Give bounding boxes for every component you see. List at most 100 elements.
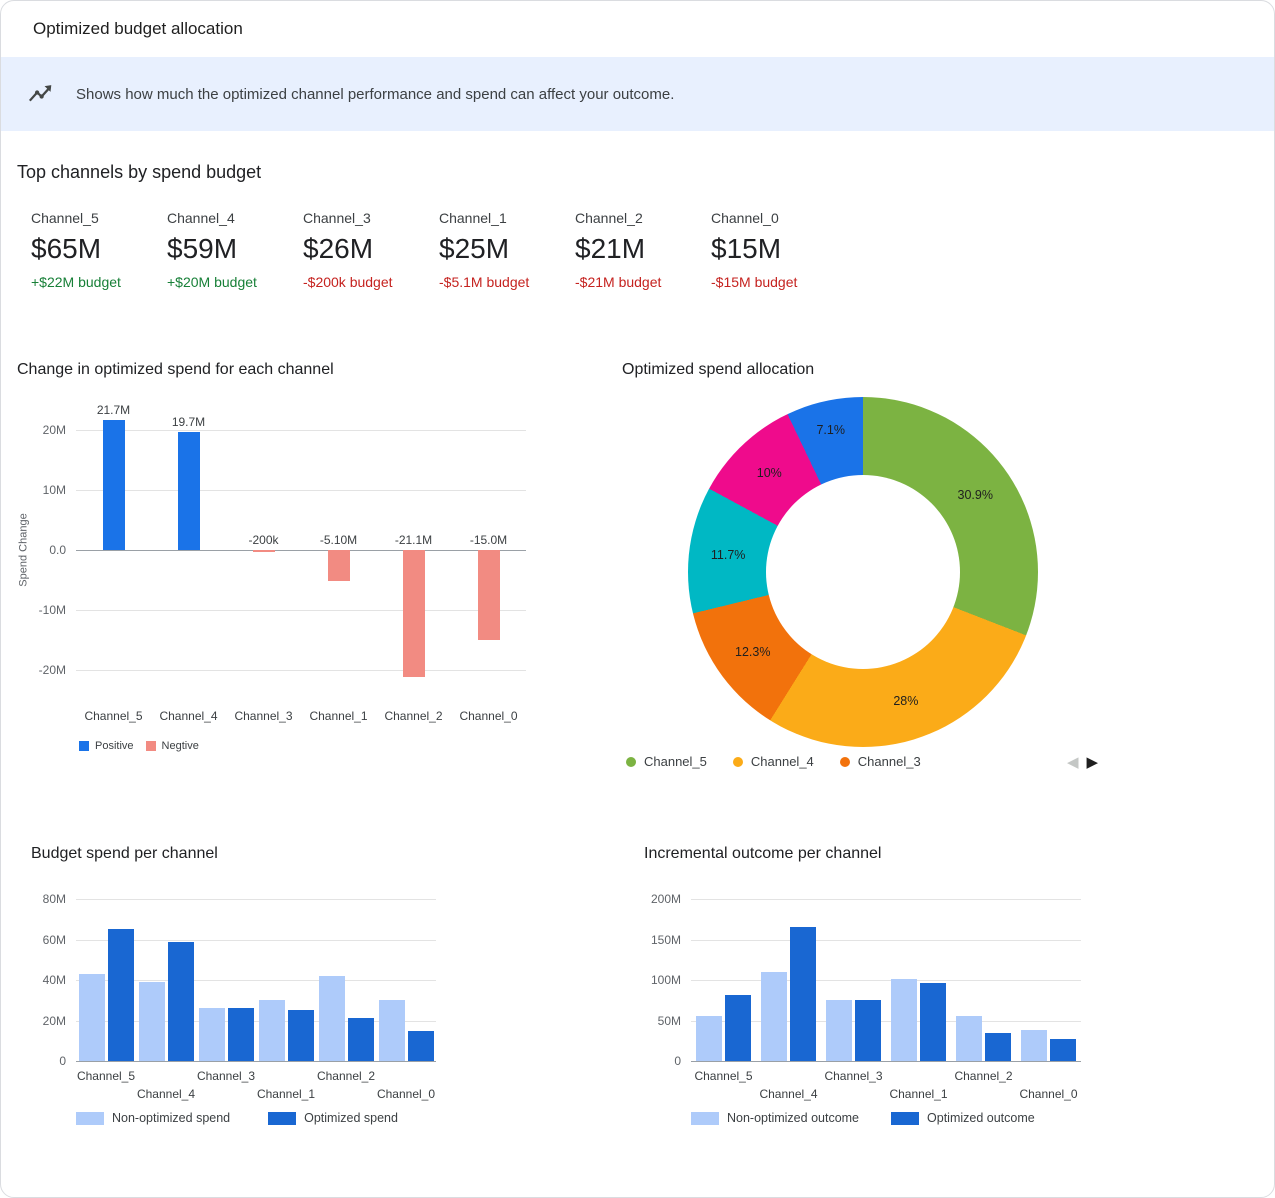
allocation-chart-title: Optimized spend allocation	[622, 361, 814, 379]
grouped-bar	[168, 942, 194, 1061]
bar-value-label: -15.0M	[470, 533, 507, 547]
y-axis-title-text: Spend Change	[18, 513, 30, 586]
y-tick-label: 40M	[43, 973, 76, 987]
gridline	[691, 1061, 1081, 1062]
bar-value-label: 19.7M	[172, 415, 205, 429]
donut-slice-label: 12.3%	[735, 645, 770, 659]
grouped-bar	[696, 1016, 722, 1061]
spend-change-bar	[103, 420, 125, 550]
bar-value-label: 21.7M	[97, 403, 130, 417]
spend-change-plot: 20M10M0.0-10M-20M21.7MChannel_519.7MChan…	[76, 400, 526, 700]
x-axis-label: Channel_3	[234, 709, 292, 723]
grouped-bar	[108, 929, 134, 1061]
bar-value-label: -200k	[248, 533, 278, 547]
spend-change-bar	[253, 550, 275, 552]
donut-slice-label: 11.7%	[711, 548, 746, 562]
legend-dot	[840, 757, 850, 767]
donut-hole	[766, 475, 960, 669]
previous-arrow-icon[interactable]: ◀	[1067, 753, 1079, 771]
spend-change-bar	[478, 550, 500, 640]
legend-label: Channel_4	[751, 754, 814, 769]
gridline	[76, 490, 526, 491]
y-tick-label: 50M	[658, 1014, 691, 1028]
legend-swatch	[76, 1112, 104, 1125]
channel-card: Channel_5$65M+$22M budget	[31, 210, 167, 290]
channel-card: Channel_3$26M-$200k budget	[303, 210, 439, 290]
legend-swatch	[691, 1112, 719, 1125]
grouped-bar	[761, 972, 787, 1061]
next-arrow-icon[interactable]: ▶	[1087, 753, 1099, 771]
x-axis-label: Channel_3	[824, 1069, 882, 1083]
x-axis-label: Channel_4	[137, 1087, 195, 1101]
grouped-bar	[259, 1000, 285, 1061]
legend-item: Channel_5	[626, 754, 707, 769]
spend-change-bar	[328, 550, 350, 581]
donut-slice-label: 30.9%	[958, 488, 993, 502]
outcome-legend: Non-optimized outcomeOptimized outcome	[691, 1111, 1035, 1125]
grouped-bar	[408, 1031, 434, 1061]
y-tick-label: 100M	[651, 973, 691, 987]
x-axis-label: Channel_5	[77, 1069, 135, 1083]
spend-change-y-axis-title: Spend Change	[15, 400, 33, 700]
gridline	[76, 430, 526, 431]
channel-budget-delta: +$20M budget	[167, 274, 303, 290]
spend-change-legend: PositiveNegtive	[79, 740, 199, 752]
grouped-bar	[1050, 1039, 1076, 1061]
donut-legend: Channel_5 Channel_4 Channel_3	[626, 754, 921, 769]
budget-legend: Non-optimized spendOptimized spend	[76, 1111, 398, 1125]
grouped-bar	[139, 982, 165, 1061]
info-banner: Shows how much the optimized channel per…	[1, 57, 1274, 131]
channel-spend-value: $26M	[303, 233, 439, 265]
channel-spend-value: $59M	[167, 233, 303, 265]
channel-spend-value: $65M	[31, 233, 167, 265]
grouped-bar	[855, 1000, 881, 1061]
grouped-bar	[891, 979, 917, 1061]
y-tick-label: 80M	[43, 892, 76, 906]
grouped-bar	[826, 1000, 852, 1061]
channel-spend-value: $15M	[711, 233, 847, 265]
y-tick-label: -20M	[39, 663, 76, 677]
legend-label: Channel_5	[644, 754, 707, 769]
grouped-bar	[379, 1000, 405, 1061]
bar-value-label: -5.10M	[320, 533, 357, 547]
donut-slice-label: 28%	[893, 694, 918, 708]
top-channels-heading: Top channels by spend budget	[17, 162, 261, 183]
budget-chart-title: Budget spend per channel	[31, 845, 218, 863]
y-tick-label: 0	[674, 1054, 691, 1068]
y-tick-label: 0	[59, 1054, 76, 1068]
x-axis-label: Channel_2	[384, 709, 442, 723]
channel-card: Channel_2$21M-$21M budget	[575, 210, 711, 290]
x-axis-label: Channel_1	[309, 709, 367, 723]
gridline	[691, 940, 1081, 941]
y-tick-label: 0.0	[49, 543, 76, 557]
donut-pager: ◀ ▶	[1067, 753, 1098, 771]
y-tick-label: 20M	[43, 1014, 76, 1028]
legend-item: Channel_3	[840, 754, 921, 769]
x-axis-label: Channel_2	[317, 1069, 375, 1083]
legend-swatch	[146, 741, 156, 751]
grouped-bar	[1021, 1030, 1047, 1061]
donut-slice-label: 10%	[757, 466, 782, 480]
budget-plot: 020M40M60M80MChannel_5Channel_4Channel_3…	[76, 899, 436, 1061]
channel-name: Channel_0	[711, 210, 847, 226]
grouped-bar	[956, 1016, 982, 1061]
gridline	[76, 1061, 436, 1062]
gridline	[76, 550, 526, 551]
bar-value-label: -21.1M	[395, 533, 432, 547]
channel-budget-delta: -$21M budget	[575, 274, 711, 290]
x-axis-label: Channel_1	[889, 1087, 947, 1101]
x-axis-label: Channel_4	[759, 1087, 817, 1101]
spend-change-bar	[403, 550, 425, 677]
x-axis-label: Channel_0	[459, 709, 517, 723]
channel-card: Channel_0$15M-$15M budget	[711, 210, 847, 290]
grouped-bar	[985, 1033, 1011, 1061]
y-tick-label: 20M	[43, 423, 76, 437]
y-tick-label: 200M	[651, 892, 691, 906]
grouped-bar	[790, 927, 816, 1061]
legend-swatch	[79, 741, 89, 751]
channel-name: Channel_1	[439, 210, 575, 226]
channel-name: Channel_2	[575, 210, 711, 226]
channel-name: Channel_4	[167, 210, 303, 226]
y-tick-label: 150M	[651, 933, 691, 947]
grouped-bar	[199, 1008, 225, 1061]
